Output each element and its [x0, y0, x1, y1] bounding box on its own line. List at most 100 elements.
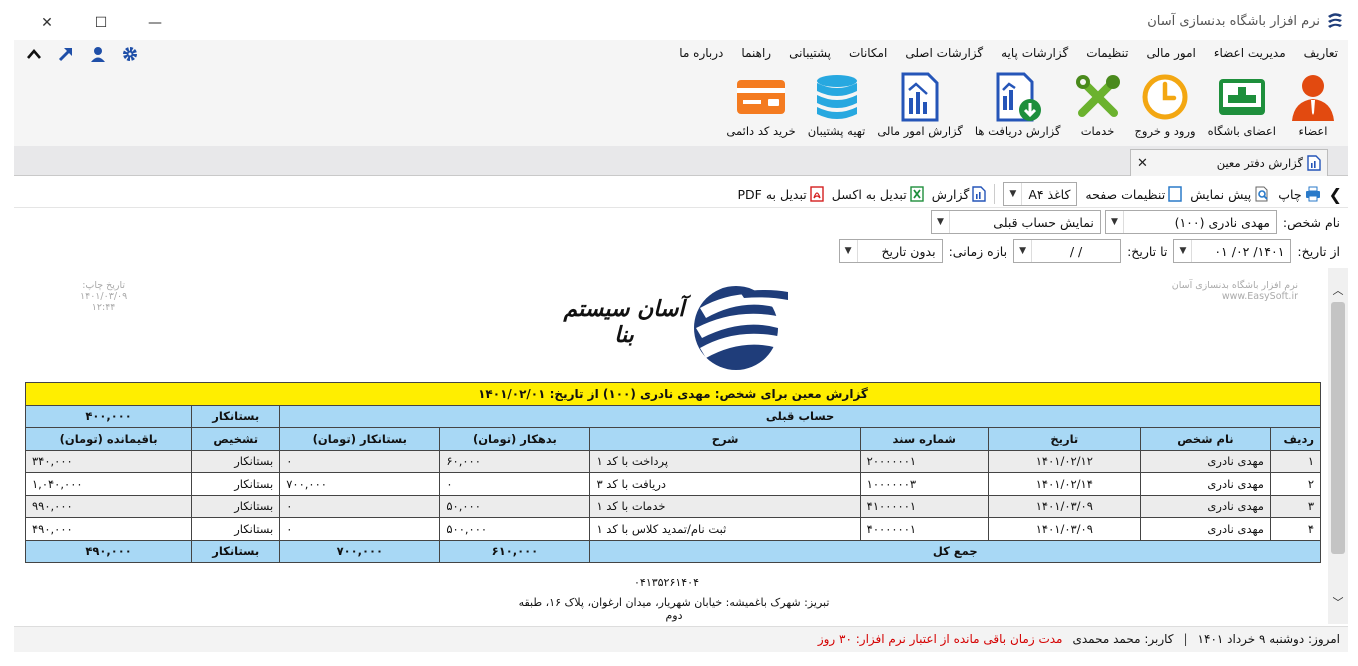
total-credit: ۷۰۰,۰۰۰ [279, 539, 441, 563]
paper-size-value: کاغذ A۴ [1028, 186, 1071, 202]
menu-main-reports[interactable]: گزارشات اصلی [905, 46, 983, 60]
chevron-down-icon: ▼ [840, 240, 858, 262]
arrow-up-right-icon [58, 47, 73, 62]
software-url: www.EasySoft.ir [1221, 291, 1298, 302]
doc-number: ۴۱۰۰۰۰۰۱ [859, 494, 989, 518]
page-setup-button[interactable]: تنظیمات صفحه [1085, 186, 1182, 202]
chevron-right-icon[interactable]: ❯ [1329, 185, 1342, 204]
row-number: ۱ [1269, 449, 1322, 473]
prev-balance-amount: ۴۰۰,۰۰۰ [24, 404, 193, 428]
maximize-button[interactable]: ☐ [74, 10, 128, 36]
chevron-down-icon: ▼ [1014, 240, 1033, 262]
tab-ledger-report-label: گزارش دفتر معین [1216, 156, 1303, 170]
excel-export-label: تبدیل به اکسل [831, 186, 907, 202]
user-button[interactable] [88, 44, 108, 64]
ledger-table: گزارش معین برای شخص: مهدی نادری (۱۰۰) از… [24, 382, 1322, 563]
status-license-warning: مدت زمان باقی مانده از اعتبار نرم افزار:… [817, 632, 1063, 646]
person-select[interactable]: مهدی نادری (۱۰۰) ▼ [1104, 210, 1277, 234]
date: ۱۴۰۱/۰۲/۱۲ [987, 449, 1141, 473]
close-button[interactable]: ✕ [20, 10, 74, 36]
chevron-up-icon [27, 49, 41, 59]
menu-support[interactable]: پشتیبانی [789, 46, 831, 60]
preview-button[interactable]: پیش نمایش [1190, 186, 1270, 202]
doc-number: ۴۰۰۰۰۰۰۱ [859, 517, 989, 541]
collapse-ribbon-button[interactable] [24, 44, 44, 64]
row-number: ۳ [1269, 494, 1322, 518]
print-time: ۱۲:۴۴ [91, 302, 116, 313]
finance-report-icon [901, 72, 939, 122]
report-icon [972, 186, 987, 202]
ribbon-club-members-button[interactable]: اعضای باشگاه [1204, 72, 1280, 138]
ribbon-buy-code-button[interactable]: خرید کد دائمی [722, 72, 799, 138]
menu-definitions[interactable]: تعاریف [1304, 46, 1338, 60]
report-title: گزارش معین برای شخص: مهدی نادری (۱۰۰) از… [25, 382, 1321, 406]
report-button[interactable]: گزارش [932, 186, 987, 202]
date: ۱۴۰۱/۰۳/۰۹ [987, 494, 1141, 518]
ribbon-receipt-report-button[interactable]: گزارش دریافت ها [971, 72, 1065, 138]
footer-address: تبریز: شهرک باغمیشه: خیابان شهریار، میدا… [518, 596, 830, 622]
ribbon-services-button[interactable]: خدمات [1069, 72, 1127, 138]
balance: ۹۹۰,۰۰۰ [24, 494, 193, 518]
tab-ledger-report[interactable]: گزارش دفتر معین ✕ [1130, 149, 1328, 176]
row-number: ۴ [1269, 517, 1322, 541]
ribbon-finance-report-label: گزارش امور مالی [877, 124, 963, 138]
debit: ۵۰,۰۰۰ [439, 494, 591, 518]
status-bar: امروز: دوشنبه ۹ خرداد ۱۴۰۱ | کاربر: محمد… [14, 626, 1348, 652]
status-separator: | [1183, 632, 1188, 646]
pdf-export-button[interactable]: تبدیل به PDF [738, 186, 824, 202]
to-date-picker[interactable]: / / ▼ [1013, 239, 1122, 263]
status: بستانکار [191, 449, 281, 473]
total-row: جمع کل ۶۱۰,۰۰۰ ۷۰۰,۰۰۰ بستانکار ۴۹۰,۰۰۰ [24, 539, 1321, 563]
chevron-down-icon: ▼ [1106, 211, 1124, 233]
app-logo-icon [1328, 13, 1342, 28]
ribbon-entry-exit-button[interactable]: ورود و خروج [1131, 72, 1200, 138]
table-header-row: ردیف نام شخص تاریخ شماره سند شرح بدهکار … [24, 427, 1322, 451]
doc-number: ۱۰۰۰۰۰۰۳ [859, 472, 989, 496]
from-date-picker[interactable]: ۱۴۰۱/ ۰۲/ ۰۱ ▼ [1173, 239, 1292, 263]
scroll-up-icon[interactable]: ︿ [1328, 280, 1348, 300]
print-date: ۱۴۰۱/۰۳/۰۹ [80, 291, 128, 302]
scroll-thumb[interactable] [1331, 302, 1345, 554]
menu-settings[interactable]: تنظیمات [1086, 46, 1128, 60]
member-icon [1292, 75, 1334, 121]
settings-button[interactable] [120, 44, 140, 64]
filter-row-person: نام شخص: مهدی نادری (۱۰۰) ▼ نمایش حساب ق… [14, 208, 1348, 238]
person-name: مهدی نادری [1139, 449, 1271, 473]
excel-export-button[interactable]: تبدیل به اکسل [832, 186, 924, 202]
prev-balance-select[interactable]: نمایش حساب قبلی ▼ [930, 210, 1101, 234]
balance: ۱,۰۴۰,۰۰۰ [24, 472, 193, 496]
print-button[interactable]: چاپ [1278, 186, 1320, 202]
ribbon-finance-report-button[interactable]: گزارش امور مالی [873, 72, 967, 138]
total-label: جمع کل [589, 539, 1321, 563]
col-row-number: ردیف [1269, 427, 1322, 451]
col-credit: بستانکار (تومان) [279, 427, 441, 451]
chevron-down-icon: ▼ [932, 211, 950, 233]
period-select[interactable]: بدون تاریخ ▼ [838, 239, 943, 263]
external-link-button[interactable] [56, 44, 76, 64]
minimize-button[interactable]: — [128, 10, 182, 36]
menu-help[interactable]: راهنما [741, 46, 771, 60]
prev-balance-label: حساب قبلی [279, 404, 1321, 428]
menu-about[interactable]: درباره ما [679, 46, 723, 60]
status: بستانکار [191, 494, 281, 518]
menu-features[interactable]: امکانات [849, 46, 887, 60]
credit: ۰ [279, 494, 441, 518]
report-scrollbar[interactable]: ︿ ﹀ [1328, 268, 1348, 624]
menu-member-management[interactable]: مدیریت اعضاء [1214, 46, 1286, 60]
document-tab-bar: گزارش دفتر معین ✕ [14, 146, 1348, 176]
menu-basic-reports[interactable]: گزارشات پایه [1001, 46, 1068, 60]
table-row: ۳ مهدی نادری ۱۴۰۱/۰۳/۰۹ ۴۱۰۰۰۰۰۱ خدمات ب… [24, 494, 1322, 518]
close-tab-icon[interactable]: ✕ [1137, 156, 1148, 171]
credit: ۰ [279, 449, 441, 473]
footer-phone: ۰۴۱۳۵۲۶۱۴۰۴ [634, 576, 699, 589]
ribbon-backup-button[interactable]: تهیه پشتیبان [804, 72, 870, 138]
printer-icon [1305, 186, 1320, 202]
menu-finance[interactable]: امور مالی [1147, 46, 1196, 60]
scroll-down-icon[interactable]: ﹀ [1328, 592, 1348, 612]
ribbon-members-button[interactable]: اعضاء [1284, 72, 1342, 138]
paper-size-select[interactable]: کاغذ A۴ ▼ [1003, 182, 1078, 206]
page-setup-label: تنظیمات صفحه [1085, 186, 1166, 202]
ribbon-services-label: خدمات [1080, 124, 1115, 138]
table-row: ۴ مهدی نادری ۱۴۰۱/۰۳/۰۹ ۴۰۰۰۰۰۰۱ ثبت نام… [24, 517, 1322, 541]
period-label: بازه زمانی: [948, 243, 1008, 259]
